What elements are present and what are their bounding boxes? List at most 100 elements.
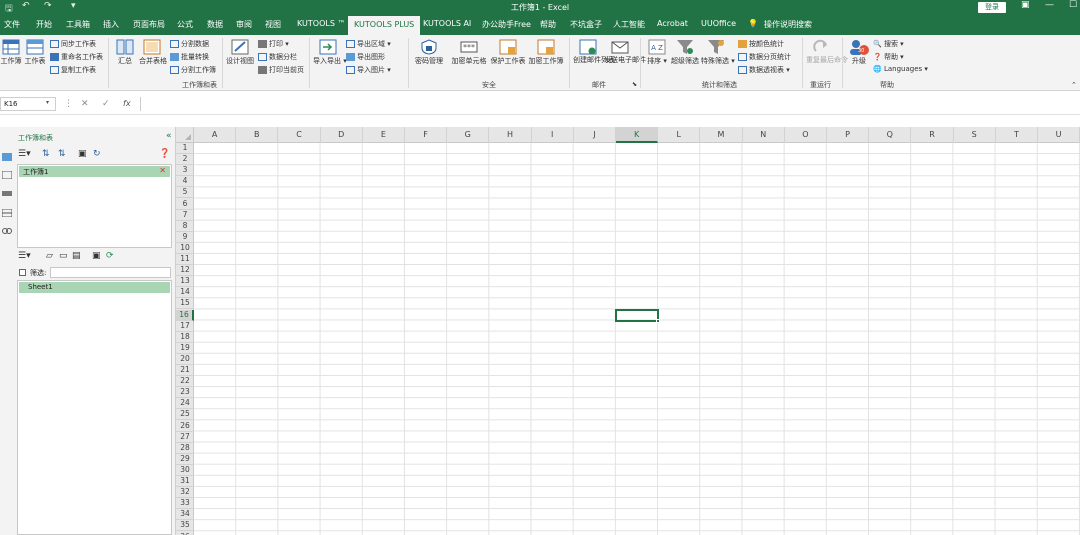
sync-sheets-button[interactable]: 同步工作表: [50, 39, 96, 49]
row-header[interactable]: 8: [176, 221, 194, 232]
autotext-icon[interactable]: [2, 171, 12, 179]
comment-icon[interactable]: ▭: [59, 251, 68, 261]
sync-refresh-icon[interactable]: ⟳: [106, 251, 114, 261]
column-header[interactable]: U: [1038, 127, 1080, 143]
tab-kutools[interactable]: KUTOOLS ™: [297, 19, 345, 28]
sort-asc-icon[interactable]: ⇅: [42, 149, 50, 159]
tab-office-assistant[interactable]: 办公助手Free: [482, 19, 531, 30]
edit-sheet-icon[interactable]: ▱: [46, 251, 53, 261]
import-pictures-button[interactable]: 导入图片 ▾: [346, 65, 391, 75]
tab-toolbox[interactable]: 工具箱: [66, 19, 90, 30]
row-header[interactable]: 19: [176, 343, 194, 354]
print-current-page-button[interactable]: 打印当前页: [258, 65, 304, 75]
tab-kutools-plus[interactable]: KUTOOLS PLUS: [348, 16, 421, 35]
row-header[interactable]: 15: [176, 298, 194, 310]
tab-bukeng-box[interactable]: 不坑盒子: [570, 19, 602, 30]
column-header[interactable]: P: [827, 127, 870, 143]
tab-ai[interactable]: 人工智能: [613, 19, 645, 30]
design-view-button[interactable]: 设计视图: [226, 39, 254, 66]
tab-page-layout[interactable]: 页面布局: [133, 19, 165, 30]
formula-input[interactable]: [140, 97, 1080, 111]
protect-sheet-button[interactable]: 保护工作表: [490, 39, 526, 66]
sheet-list-icon[interactable]: ▤: [72, 251, 81, 261]
pivot-table-button[interactable]: 数据透视表 ▾: [738, 65, 790, 75]
row-header[interactable]: 2: [176, 154, 194, 166]
row-header[interactable]: 24: [176, 398, 194, 410]
select-all-button[interactable]: [176, 127, 194, 143]
row-header[interactable]: 26: [176, 421, 194, 432]
row-header[interactable]: 10: [176, 243, 194, 254]
merge-tables-button[interactable]: 合并表格: [139, 39, 167, 66]
name-box-dropdown-icon[interactable]: ▾: [46, 99, 49, 106]
list-options-icon[interactable]: ☰▾: [18, 149, 31, 159]
insert-function-icon[interactable]: fx: [123, 99, 131, 108]
row-header[interactable]: 17: [176, 321, 194, 332]
collapse-ribbon-icon[interactable]: ⌃: [1071, 81, 1077, 89]
super-filter-button[interactable]: 超级筛选: [670, 39, 700, 66]
column-header[interactable]: C: [278, 127, 321, 143]
row-header[interactable]: 27: [176, 432, 194, 443]
paging-subtotals-button[interactable]: 数据分页统计: [738, 52, 791, 62]
send-email-button[interactable]: 发送电子邮件: [604, 39, 646, 64]
find-replace-icon[interactable]: [2, 227, 12, 235]
active-cell[interactable]: [615, 308, 661, 323]
sheet-options-icon[interactable]: ☰▾: [18, 251, 31, 261]
data-columns-button[interactable]: 数据分栏: [258, 52, 297, 62]
copy-sheets-button[interactable]: 复制工作表: [50, 65, 96, 75]
row-header[interactable]: 6: [176, 199, 194, 210]
row-header[interactable]: 34: [176, 509, 194, 521]
refresh-icon[interactable]: ↻: [93, 149, 101, 159]
tell-me-search[interactable]: 操作说明搜索: [764, 19, 812, 30]
fill-handle[interactable]: [656, 318, 661, 323]
column-header[interactable]: E: [363, 127, 405, 143]
ribbon-display-icon[interactable]: ▣: [1021, 0, 1030, 10]
minimize-icon[interactable]: —: [1045, 0, 1054, 10]
workbook-nav-icon[interactable]: [2, 153, 12, 161]
row-header[interactable]: 31: [176, 476, 194, 488]
export-graphics-button[interactable]: 导出图形: [346, 52, 385, 62]
encrypt-cells-button[interactable]: *** 加密单元格: [451, 39, 487, 66]
special-filter-button[interactable]: 特殊筛选 ▾: [701, 39, 735, 66]
export-sheet-icon[interactable]: ▣: [92, 251, 101, 261]
column-header[interactable]: Q: [869, 127, 912, 143]
tab-insert[interactable]: 插入: [103, 19, 119, 30]
tab-review[interactable]: 审阅: [236, 19, 252, 30]
column-header[interactable]: B: [236, 127, 279, 143]
sort-button[interactable]: A Z 排序 ▾: [645, 39, 669, 66]
sort-desc-icon[interactable]: ⇅: [58, 149, 66, 159]
column-header[interactable]: J: [574, 127, 616, 143]
column-header[interactable]: K: [616, 127, 659, 143]
row-header[interactable]: 7: [176, 210, 194, 221]
batch-convert-button[interactable]: 批量转换: [170, 52, 209, 62]
row-header[interactable]: 33: [176, 498, 194, 510]
row-header[interactable]: 32: [176, 487, 194, 499]
enter-icon[interactable]: ✓: [102, 99, 110, 109]
column-header[interactable]: R: [911, 127, 954, 143]
filter-checkbox[interactable]: [19, 269, 26, 276]
rename-sheets-button[interactable]: 重命名工作表: [50, 52, 103, 62]
tab-uuoffice[interactable]: UUOffice: [701, 19, 736, 28]
name-manager-icon[interactable]: [2, 189, 12, 197]
export-range-button[interactable]: 导出区域 ▾: [346, 39, 391, 49]
column-header[interactable]: T: [996, 127, 1038, 143]
column-header[interactable]: N: [743, 127, 785, 143]
cell-area[interactable]: [194, 143, 1080, 535]
tab-home[interactable]: 开始: [36, 19, 52, 30]
search-button[interactable]: 🔍 搜索 ▾: [873, 39, 904, 49]
login-button[interactable]: 登录: [978, 2, 1006, 13]
row-header[interactable]: 22: [176, 376, 194, 388]
worksheet-button[interactable]: 工作表: [24, 39, 46, 66]
cancel-icon[interactable]: ✕: [81, 99, 89, 109]
row-header[interactable]: 29: [176, 454, 194, 465]
column-header[interactable]: G: [447, 127, 490, 143]
split-data-button[interactable]: 分割数据: [170, 39, 209, 49]
save-workbook-icon[interactable]: ▣: [78, 149, 87, 159]
row-header[interactable]: 36: [176, 532, 194, 535]
help-button[interactable]: ❓ 帮助 ▾: [873, 52, 904, 62]
row-header[interactable]: 16: [176, 309, 194, 321]
tab-help[interactable]: 帮助: [540, 19, 556, 30]
column-header[interactable]: F: [405, 127, 448, 143]
row-header[interactable]: 21: [176, 365, 194, 377]
row-header[interactable]: 13: [176, 276, 194, 288]
column-header[interactable]: D: [321, 127, 363, 143]
